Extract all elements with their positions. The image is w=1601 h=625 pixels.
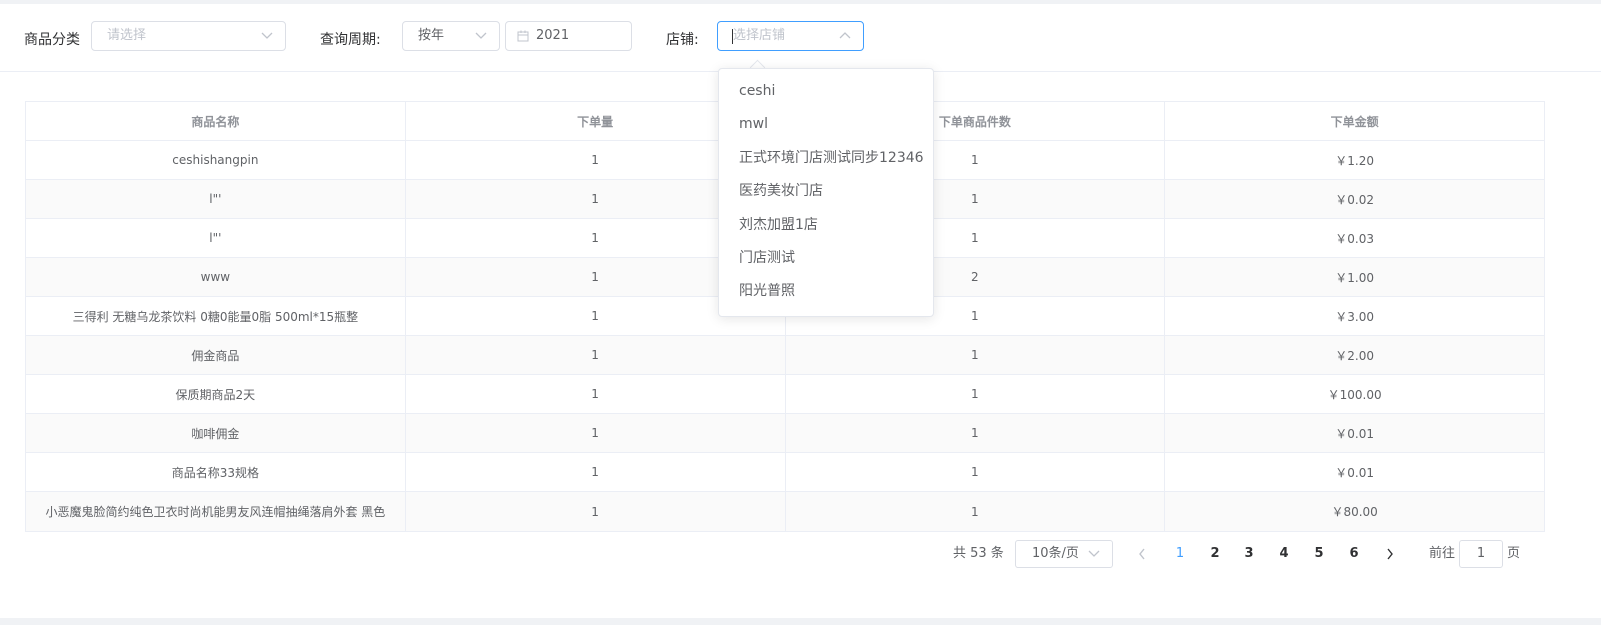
table-cell: 1 (406, 336, 786, 374)
table-cell: 三得利 无糖乌龙茶饮料 0糖0能量0脂 500ml*15瓶整 (26, 297, 406, 335)
table-cell: 1 (406, 375, 786, 413)
table-cell: ￥100.00 (1327, 387, 1382, 402)
table-cell: 保质期商品2天 (26, 375, 406, 413)
table-cell: ceshishangpin (26, 141, 406, 179)
table-cell: l"' (26, 219, 406, 257)
year-value: 2021 (536, 28, 570, 43)
table-cell: 1 (406, 453, 786, 491)
table-cell: 咖啡佣金 (26, 414, 406, 452)
next-page-button[interactable] (1375, 540, 1405, 568)
table-cell: 1 (406, 414, 786, 452)
store-option[interactable]: ceshi (719, 75, 933, 108)
table-cell: ￥0.02 (1335, 192, 1374, 207)
store-option[interactable]: 门店测试 (719, 242, 933, 275)
chevron-down-icon (475, 22, 487, 41)
goto-page-input[interactable]: 1 (1459, 540, 1503, 568)
chevron-down-icon (1088, 541, 1100, 559)
page-number[interactable]: 6 (1339, 540, 1369, 568)
chevron-down-icon (261, 22, 273, 41)
chevron-right-icon (1387, 548, 1393, 560)
page-size-value: 10条/页 (1032, 546, 1079, 561)
total-count: 共 53 条 (953, 546, 1004, 561)
table-cell: 1 (786, 375, 1166, 413)
page-number[interactable]: 3 (1234, 540, 1264, 568)
table-cell: ￥1.00 (1335, 270, 1374, 285)
page-number[interactable]: 5 (1304, 540, 1334, 568)
table-cell: 1 (406, 492, 786, 531)
calendar-icon (517, 22, 529, 42)
goto-label: 前往 (1429, 546, 1456, 561)
table-row: 商品名称33规格 1 1 ￥0.01 (26, 453, 1544, 492)
category-select[interactable]: 请选择 (91, 21, 286, 51)
table-cell: 1 (786, 492, 1166, 531)
table-cell: ￥1.20 (1335, 153, 1374, 168)
page-number[interactable]: 4 (1269, 540, 1299, 568)
store-placeholder: 选择店铺 (733, 28, 786, 43)
category-placeholder: 请选择 (107, 28, 147, 43)
table-cell: ￥80.00 (1331, 505, 1378, 519)
store-option[interactable]: 刘杰加盟1店 (719, 209, 933, 242)
table-row: 咖啡佣金 1 1 ￥0.01 (26, 414, 1544, 453)
category-label: 商品分类 (24, 32, 80, 48)
store-dropdown: ceshi mwl 正式环境门店测试同步12346 医药美妆门店 刘杰加盟1店 … (718, 68, 934, 317)
filter-bar: 商品分类 请选择 查询周期: 按年 2021 店铺: 选择店铺 (0, 4, 1601, 72)
store-option[interactable]: 每日300元门店 (719, 309, 933, 316)
column-header: 下单金额 (1330, 114, 1379, 129)
store-option[interactable]: 医药美妆门店 (719, 175, 933, 208)
table-cell: ￥2.00 (1335, 348, 1374, 363)
period-value: 按年 (418, 28, 445, 43)
table-row: 佣金商品 1 1 ￥2.00 (26, 336, 1544, 375)
store-label: 店铺: (666, 32, 699, 48)
period-label: 查询周期: (320, 32, 381, 48)
store-option[interactable]: mwl (719, 108, 933, 141)
store-option[interactable]: 阳光普照 (719, 275, 933, 308)
table-cell: ￥3.00 (1335, 309, 1374, 324)
page-suffix: 页 (1507, 546, 1521, 561)
table-cell: www (26, 258, 406, 296)
table-cell: 1 (786, 336, 1166, 374)
page-size-select[interactable]: 10条/页 (1015, 540, 1113, 568)
table-cell: ￥0.01 (1335, 465, 1374, 480)
table-cell: 佣金商品 (26, 336, 406, 374)
prev-page-button[interactable] (1127, 540, 1157, 568)
store-select[interactable]: 选择店铺 (717, 21, 864, 51)
table-row: 保质期商品2天 1 1 ￥100.00 (26, 375, 1544, 414)
page-number[interactable]: 2 (1200, 540, 1230, 568)
period-select[interactable]: 按年 (402, 21, 500, 51)
table-cell: ￥0.03 (1335, 231, 1374, 246)
table-row: 小恶魔鬼脸简约纯色卫衣时尚机能男友风连帽抽绳落肩外套 黑色 1 1 ￥80.00 (26, 492, 1544, 531)
chevron-up-icon (839, 22, 851, 41)
chevron-left-icon (1139, 548, 1145, 560)
table-cell: 商品名称33规格 (26, 453, 406, 491)
page-number[interactable]: 1 (1165, 540, 1195, 568)
store-options-list: ceshi mwl 正式环境门店测试同步12346 医药美妆门店 刘杰加盟1店 … (719, 75, 933, 316)
table-cell: ￥0.01 (1335, 426, 1374, 441)
table-cell: 1 (786, 453, 1166, 491)
table-cell: l"' (26, 180, 406, 218)
year-picker[interactable]: 2021 (505, 21, 632, 51)
table-cell: 小恶魔鬼脸简约纯色卫衣时尚机能男友风连帽抽绳落肩外套 黑色 (26, 492, 406, 531)
pagination: 共 53 条 10条/页 1 2 3 4 5 6 前往 1 页 (0, 540, 1601, 568)
column-header: 商品名称 (26, 102, 406, 140)
table-cell: 1 (786, 414, 1166, 452)
store-option[interactable]: 正式环境门店测试同步12346 (719, 142, 933, 175)
